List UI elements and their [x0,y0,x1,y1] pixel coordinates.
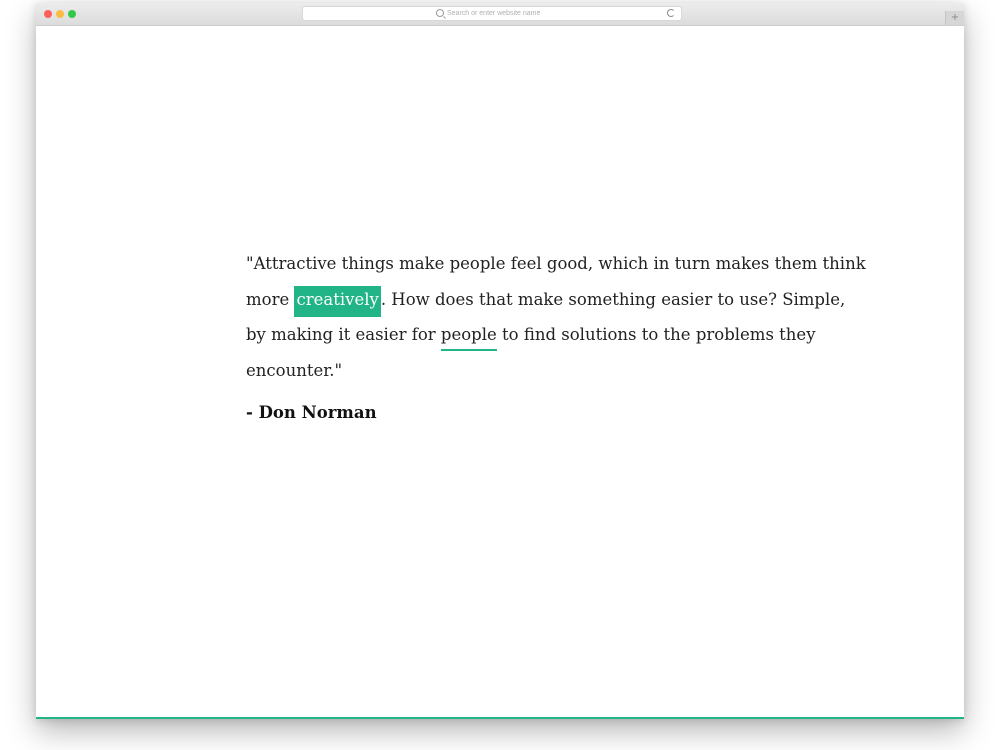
page: Search or enter website name + "Attracti… [0,0,1000,750]
reload-icon[interactable] [667,9,675,17]
search-icon [436,9,444,17]
quote-author: - Don Norman [246,403,377,422]
page-content: "Attractive things make people feel good… [36,26,964,719]
minimize-window-button[interactable] [56,10,64,18]
new-tab-button[interactable]: + [945,11,964,25]
address-bar[interactable]: Search or enter website name [302,6,682,21]
close-window-button[interactable] [44,10,52,18]
highlighted-word: creatively [294,285,381,317]
browser-titlebar: Search or enter website name + [36,3,964,26]
quote-text: "Attractive things make people feel good… [246,246,866,388]
maximize-window-button[interactable] [68,10,76,18]
quote-block: "Attractive things make people feel good… [246,246,866,388]
address-placeholder: Search or enter website name [447,10,541,17]
browser-window: Search or enter website name + "Attracti… [36,3,964,719]
underlined-link[interactable]: people [440,325,497,351]
